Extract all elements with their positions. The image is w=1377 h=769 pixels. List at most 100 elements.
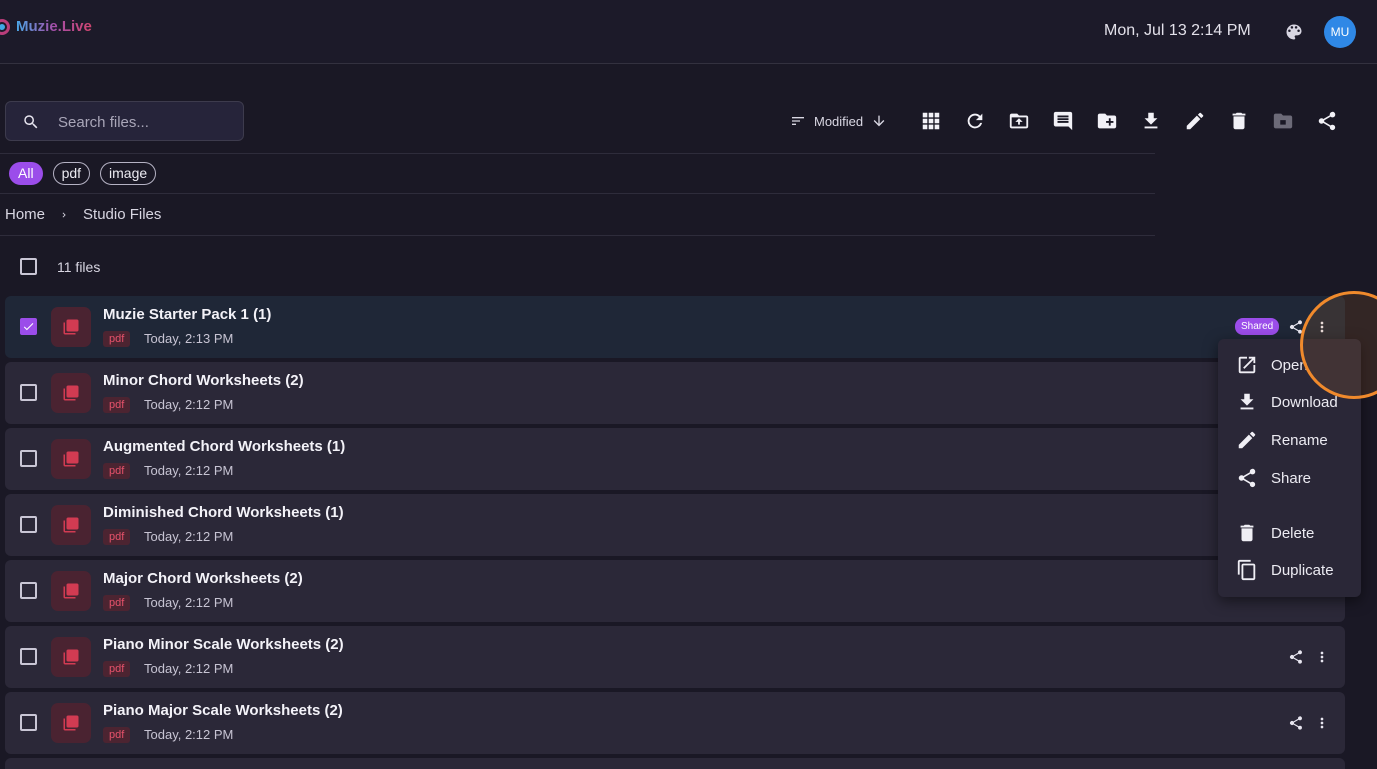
row-checkbox[interactable] — [20, 714, 37, 731]
table-row[interactable]: Piano Major Scale Worksheets (2) pdf Tod… — [5, 692, 1345, 754]
sort-control[interactable]: Modified — [790, 113, 887, 129]
app-logo[interactable]: Muzie.Live — [0, 18, 92, 35]
row-checkbox[interactable] — [20, 318, 37, 335]
user-avatar[interactable]: MU — [1324, 16, 1356, 48]
context-menu: Open Download Rename Share Delete Duplic… — [1218, 339, 1361, 597]
share-icon[interactable] — [1288, 649, 1304, 665]
chevron-right-icon — [62, 212, 66, 217]
delete-button[interactable] — [1227, 109, 1251, 133]
search-box[interactable] — [5, 101, 244, 141]
row-checkbox[interactable] — [20, 648, 37, 665]
comment-icon — [1053, 111, 1073, 131]
file-date: Today, 2:12 PM — [144, 727, 234, 742]
pdf-file-icon — [51, 373, 91, 413]
table-row[interactable]: Diminished Chord Worksheets (1) pdf Toda… — [5, 494, 1345, 556]
grid-view-button[interactable] — [919, 109, 943, 133]
new-folder-icon — [1097, 113, 1117, 129]
file-name[interactable]: Muzie Starter Pack 1 (1) — [103, 306, 271, 323]
rename-icon — [1238, 431, 1256, 449]
comment-button[interactable] — [1051, 109, 1075, 133]
select-all-checkbox[interactable] — [20, 258, 37, 275]
row-checkbox[interactable] — [20, 516, 37, 533]
file-type-tag: pdf — [103, 727, 131, 743]
shared-badge: Shared — [1235, 318, 1280, 335]
rename-button[interactable] — [1183, 109, 1207, 133]
file-date: Today, 2:12 PM — [144, 397, 234, 412]
file-name[interactable]: Diminished Chord Worksheets (1) — [103, 504, 344, 521]
pdf-file-icon — [51, 637, 91, 677]
row-checkbox[interactable] — [20, 450, 37, 467]
duplicate-icon — [1237, 559, 1256, 581]
menu-item-label: Download — [1271, 393, 1338, 411]
file-name[interactable]: Piano Minor Scale Worksheets (2) — [103, 636, 344, 653]
pdf-file-icon — [51, 439, 91, 479]
share-icon[interactable] — [1288, 319, 1304, 335]
download-button[interactable] — [1139, 109, 1163, 133]
refresh-icon — [967, 113, 983, 129]
row-checkbox[interactable] — [20, 384, 37, 401]
menu-item-duplicate[interactable]: Duplicate — [1218, 553, 1361, 587]
file-name[interactable]: Major Chord Worksheets (2) — [103, 570, 303, 587]
delete-icon — [1232, 112, 1246, 130]
menu-item-share[interactable]: Share — [1218, 461, 1361, 495]
share-icon — [1318, 111, 1336, 131]
logo-eye-icon — [0, 18, 10, 35]
table-row-partial[interactable] — [5, 758, 1345, 769]
menu-item-open[interactable]: Open — [1218, 348, 1361, 382]
file-count: 11 files — [57, 258, 101, 275]
menu-item-label: Rename — [1271, 431, 1328, 449]
select-all-row: 11 files — [20, 258, 100, 275]
divider — [0, 235, 1155, 236]
file-type-tag: pdf — [103, 661, 131, 677]
delete-icon — [1240, 524, 1254, 542]
archive-button[interactable] — [1271, 109, 1295, 133]
palette-icon[interactable] — [1284, 22, 1304, 42]
file-date: Today, 2:12 PM — [144, 661, 234, 676]
divider — [0, 153, 1155, 154]
filter-chip-all[interactable]: All — [9, 162, 43, 185]
arrow-down-icon[interactable] — [871, 113, 887, 129]
file-date: Today, 2:12 PM — [144, 595, 234, 610]
more-vertical-icon[interactable] — [1314, 319, 1330, 335]
menu-item-rename[interactable]: Rename — [1218, 423, 1361, 457]
pdf-file-icon — [51, 307, 91, 347]
grid-view-icon — [922, 112, 940, 130]
table-row[interactable]: Piano Minor Scale Worksheets (2) pdf Tod… — [5, 626, 1345, 688]
archive-icon — [1273, 113, 1293, 129]
file-list: Muzie Starter Pack 1 (1) pdf Today, 2:13… — [5, 296, 1345, 769]
upload-button[interactable] — [1007, 109, 1031, 133]
menu-item-delete[interactable]: Delete — [1218, 516, 1361, 550]
row-checkbox[interactable] — [20, 582, 37, 599]
file-name[interactable]: Piano Major Scale Worksheets (2) — [103, 702, 343, 719]
table-row[interactable]: Minor Chord Worksheets (2) pdf Today, 2:… — [5, 362, 1345, 424]
table-row[interactable]: Augmented Chord Worksheets (1) pdf Today… — [5, 428, 1345, 490]
filter-chip-pdf[interactable]: pdf — [52, 162, 91, 185]
share-icon — [1238, 468, 1256, 488]
share-button[interactable] — [1315, 109, 1339, 133]
pdf-file-icon — [51, 571, 91, 611]
more-vertical-icon[interactable] — [1314, 715, 1330, 731]
file-type-tag: pdf — [103, 463, 131, 479]
top-bar: Muzie.Live Mon, Jul 13 2:14 PM MU — [0, 0, 1377, 64]
menu-item-label: Share — [1271, 469, 1312, 487]
refresh-button[interactable] — [963, 109, 987, 133]
more-vertical-icon[interactable] — [1314, 649, 1330, 665]
file-date: Today, 2:13 PM — [144, 331, 234, 346]
menu-item-download[interactable]: Download — [1218, 385, 1361, 419]
table-row[interactable]: Muzie Starter Pack 1 (1) pdf Today, 2:13… — [5, 296, 1345, 358]
pdf-file-icon — [51, 703, 91, 743]
search-input[interactable] — [58, 110, 238, 134]
breadcrumb-home[interactable]: Home — [5, 206, 45, 223]
download-icon — [1144, 112, 1158, 129]
menu-item-label: Delete — [1271, 524, 1315, 542]
new-folder-button[interactable] — [1095, 109, 1119, 133]
file-name[interactable]: Minor Chord Worksheets (2) — [103, 372, 304, 389]
breadcrumb: Home Studio Files — [5, 206, 161, 223]
file-toolbar: Modified — [790, 108, 1339, 134]
current-datetime: Mon, Jul 13 2:14 PM — [1104, 22, 1251, 39]
share-icon[interactable] — [1288, 715, 1304, 731]
table-row[interactable]: Major Chord Worksheets (2) pdf Today, 2:… — [5, 560, 1345, 622]
download-icon — [1240, 393, 1254, 410]
file-name[interactable]: Augmented Chord Worksheets (1) — [103, 438, 345, 455]
filter-chip-image[interactable]: image — [100, 162, 157, 185]
